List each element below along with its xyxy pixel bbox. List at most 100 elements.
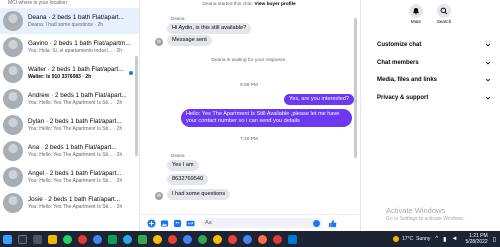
thumbs-up-icon[interactable] [328,219,337,228]
conversation-scroll-thumb[interactable] [135,56,138,156]
notification-icon[interactable]: ▯ [493,236,496,243]
chrome-icon[interactable] [183,234,192,244]
conversation-title: Walter · 2 beds 1 bath Flat/apart... [28,65,124,73]
chat-scroll-thumb[interactable] [354,18,357,158]
messenger-window: MCI where is your location Deana · 2 bed… [0,0,500,247]
conversation-text: Ana · 2 beds 1 bath Flat/apart... You: He… [28,144,133,159]
unread-indicator [129,71,133,75]
sticker-icon[interactable] [173,219,182,228]
conversation-title: Josie · 2 beds 1 bath Flat/apart... [28,195,121,203]
firefox-icon[interactable] [258,234,267,244]
outgoing-message[interactable]: Yes, are you interested? [284,94,355,105]
avatar [3,37,23,57]
conversation-item[interactable]: Josie · 2 beds 1 bath Flat/apart... You: … [0,190,139,216]
mute-label: Mute [410,19,422,24]
chat-members-row[interactable]: Chat members [377,57,497,69]
avatar [3,11,23,31]
volume-icon[interactable]: ◄ [451,236,457,242]
clock-date: 5/28/2022 [465,239,488,245]
message-input[interactable]: Aa [201,218,323,228]
chevron-down-icon [485,61,491,65]
conversation-title: Angel · 2 beds 1 bath Flat/apart... [28,169,122,177]
windows-start-icon[interactable] [3,234,12,244]
chevron-down-icon [485,43,491,47]
chat-members-label: Chat members [377,60,419,66]
app-icon[interactable] [108,234,117,244]
bell-icon [409,4,423,18]
avatar [3,63,23,83]
conversation-title: Gavino · 2 beds 1 bath Flat/apartm... [28,39,131,47]
plus-circle-icon[interactable] [147,218,156,228]
emoji-icon[interactable] [313,219,320,227]
incoming-message[interactable]: Yes I am [167,160,199,171]
conversation-preview: Deana: I had some questions · 2h [28,21,104,28]
chrome-icon[interactable] [243,234,252,244]
incoming-message[interactable]: I had some questions [167,189,231,200]
conversation-text: Deana · 2 beds 1 bath Flat/apart... Deana… [28,14,133,29]
conversation-item[interactable]: Deana · 2 beds 1 bath Flat/apart... Deana… [0,8,139,34]
task-view-icon[interactable] [33,234,42,244]
app-icon[interactable] [138,234,147,244]
gif-icon[interactable] [186,219,195,228]
avatar [3,167,23,187]
avatar [3,115,23,135]
avatar [3,89,23,109]
telegram-icon[interactable] [123,234,132,244]
view-buyer-profile-link[interactable]: View buyer profile [254,2,295,7]
chat-scrollbar[interactable] [354,10,357,210]
incoming-message[interactable]: Message sent [167,35,212,46]
customize-chat-row[interactable]: Customize chat [377,39,497,51]
watermark-subtitle: Go to Settings to activate Windows. [386,216,465,222]
temperature-text: 17°C [401,236,414,242]
opera-icon[interactable] [78,234,87,244]
chrome-icon[interactable] [198,234,207,244]
media-files-links-row[interactable]: Media, files and links [377,74,497,86]
message-composer: Aa [141,214,359,231]
conversation-text: Gavino · 2 beds 1 bath Flat/apartm... You… [28,40,133,55]
weather-text: Sunny [416,236,431,242]
system-tray: 17°C Sunny ^ ▮ ◄ 1:21 PM 5/28/2022 ▯ [392,231,496,247]
chrome-icon[interactable] [153,234,162,244]
chrome-icon[interactable] [228,234,237,244]
network-icon[interactable]: ▮ [443,236,446,243]
conversation-item[interactable]: Walter · 2 beds 1 bath Flat/apart... Walt… [0,60,139,86]
clock[interactable]: 1:21 PM 5/28/2022 [465,233,487,245]
conversation-item[interactable]: Ana · 2 beds 1 bath Flat/apart... You: He… [0,138,139,164]
conversation-item[interactable]: Dylan · 2 beds 1 bath Flat/apart... You: … [0,112,139,138]
conversation-title: Andrew · 2 beds 1 bath Flat/apart... [28,91,127,99]
conversation-items: Deana · 2 beds 1 bath Flat/apart... Deana… [0,8,139,216]
incoming-message[interactable]: 8632769540 [167,174,209,185]
chevron-up-icon[interactable]: ^ [435,236,438,242]
conversation-item[interactable]: Angel · 2 beds 1 bath Flat/apart... You: … [0,164,139,190]
conversation-item[interactable]: Andrew · 2 beds 1 bath Flat/apart... You:… [0,86,139,112]
conversation-preview: You: Hello: Yes The Apartment Is Sti... … [28,125,123,132]
activate-windows-watermark: Activate Windows Go to Settings to activ… [386,206,465,224]
chrome-icon[interactable] [168,234,177,244]
conversation-item[interactable]: Gavino · 2 beds 1 bath Flat/apartm... You… [0,34,139,60]
opera-icon[interactable] [273,234,282,244]
outgoing-message[interactable]: Hello: Yes The Apartment Is Still Availa… [181,109,352,127]
chrome-icon[interactable] [213,234,222,244]
search-button[interactable]: Search [433,4,455,24]
mute-button[interactable]: Mute [405,4,427,24]
chrome-icon[interactable] [93,234,102,244]
image-icon[interactable] [160,219,169,228]
timestamp: 7:20 PM [240,137,258,142]
conversation-title: Ana · 2 beds 1 bath Flat/apart... [28,143,117,151]
conversation-scrollbar[interactable] [135,4,138,224]
edge-icon[interactable] [288,234,297,244]
chevron-down-icon [485,96,491,100]
avatar [3,193,23,213]
whatsapp-icon[interactable] [63,234,72,244]
privacy-support-row[interactable]: Privacy & support [377,92,497,104]
sun-icon [392,236,399,242]
chat-started-notice: Deana started this chat. View buyer prof… [149,2,349,7]
sender-name: Deana [171,16,185,21]
conversation-preview: You: Hello: Yes The Apartment Is Sti... … [28,203,123,210]
incoming-message[interactable]: Hi Aydin, is this still available? [167,23,252,34]
media-files-links-label: Media, files and links [377,77,438,83]
file-explorer-icon[interactable] [48,234,57,244]
waiting-notice: Deana is waiting for your response. [211,58,287,63]
search-icon[interactable] [18,234,27,244]
conversation-title: Dylan · 2 beds 1 bath Flat/apart... [28,117,122,125]
